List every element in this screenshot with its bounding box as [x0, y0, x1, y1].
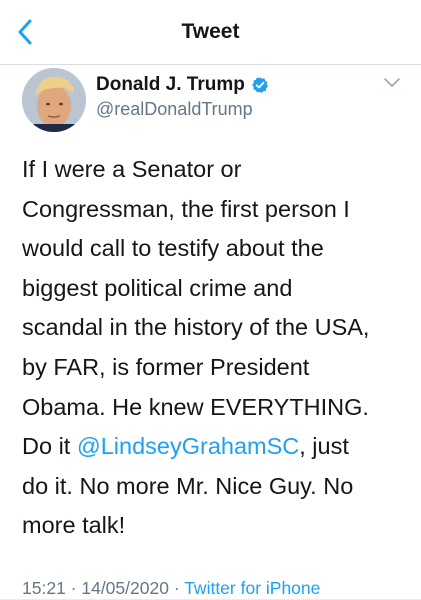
top-navigation-bar: Tweet [0, 0, 421, 65]
meta-separator: · [65, 578, 82, 598]
tweet-text-line: more talk! [22, 512, 126, 539]
tweet-text-line: If I were a Senator or [22, 156, 242, 182]
verified-badge-icon [251, 76, 269, 94]
tweet-text-line-with-mention: Do it @LindseyGrahamSC, just [22, 427, 417, 467]
tweet-text-line: do it. No more Mr. Nice Guy. No [22, 472, 354, 499]
chevron-down-icon[interactable] [383, 77, 401, 89]
tweet-text-line: by FAR, is former President [22, 353, 310, 380]
meta-separator: · [168, 578, 185, 598]
tweet-text-line: Congressman, the first person I [22, 195, 350, 222]
tweet-author-row: Donald J. Trump @realDonaldTrump [0, 64, 421, 134]
author-name-line: Donald J. Trump [96, 74, 269, 96]
tweet-text-fragment: Do it [22, 433, 77, 460]
mention-link[interactable]: @LindseyGrahamSC [77, 433, 299, 459]
tweet-source-link[interactable]: Twitter for iPhone [184, 578, 320, 598]
tweet-meta: 15:21 · 14/05/2020 · Twitter for iPhone [22, 578, 320, 599]
author-name[interactable]: Donald J. Trump [96, 74, 245, 96]
avatar[interactable] [22, 68, 86, 132]
tweet-date: 14/05/2020 [81, 578, 169, 598]
tweet-text-line: Obama. He knew EVERYTHING. [22, 393, 369, 420]
tweet-text: If I were a Senator or Congressman, the … [22, 150, 417, 546]
tweet-text-line: scandal in the history of the USA, [22, 314, 370, 341]
avatar-image [22, 68, 86, 132]
tweet-time: 15:21 [22, 578, 66, 598]
tweet-text-fragment: , just [299, 433, 349, 460]
tweet-text-line: biggest political crime and [22, 274, 293, 301]
page-title: Tweet [181, 20, 240, 43]
author-handle[interactable]: @realDonaldTrump [96, 99, 253, 120]
tweet-text-line: would call to testify about the [22, 235, 324, 262]
